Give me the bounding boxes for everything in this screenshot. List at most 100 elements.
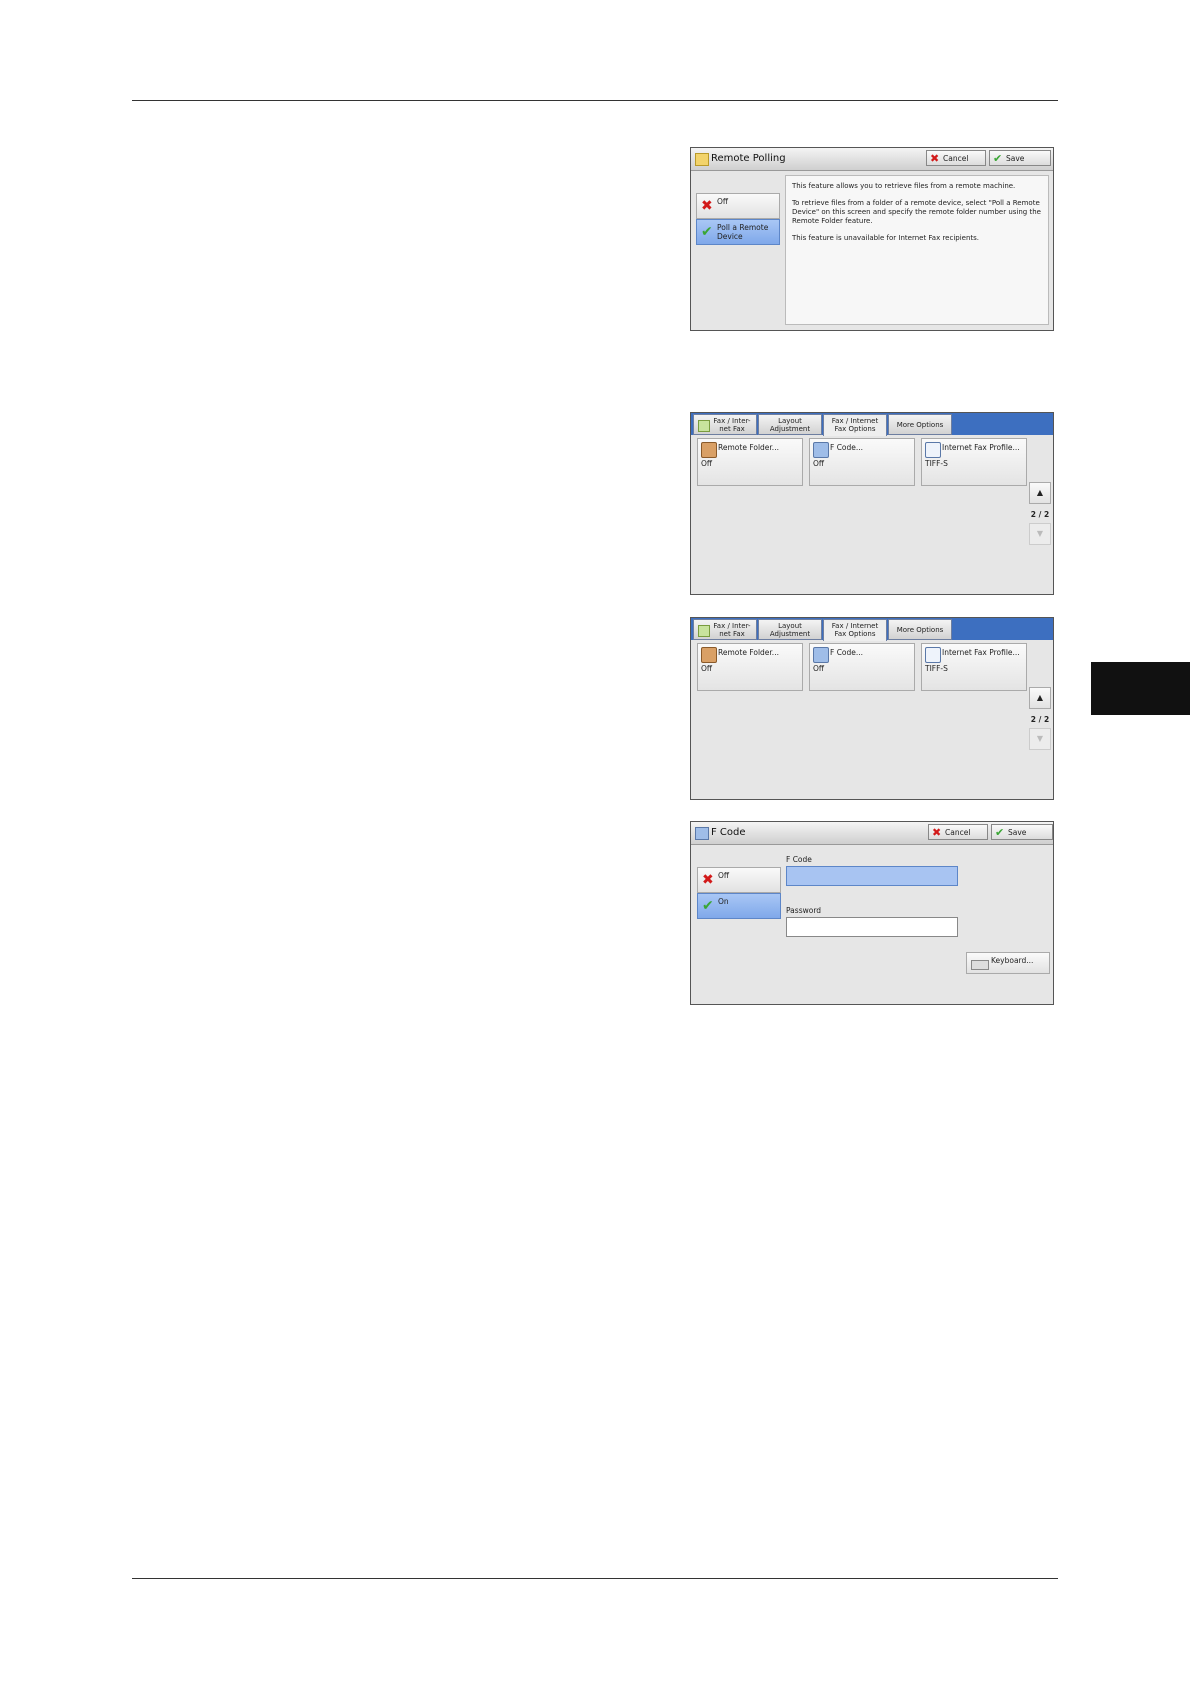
- keyboard-icon: [971, 960, 989, 970]
- remote-polling-screen: Remote Polling ✖ Cancel ✔ Save ✖ Off ✔ P…: [690, 147, 1054, 331]
- tab-label: More Options: [896, 421, 944, 429]
- arrow-up-icon: ▲: [1036, 693, 1044, 702]
- fax-options-screen: Fax / Inter- net Fax Layout Adjustment F…: [690, 617, 1054, 800]
- f-code-icon: [695, 827, 709, 840]
- feature-label: Internet Fax Profile...: [942, 648, 1020, 657]
- tab-fax-internet-fax[interactable]: Fax / Inter- net Fax: [693, 414, 757, 435]
- check-icon: ✔: [701, 224, 713, 240]
- scroll-up-button[interactable]: ▲: [1029, 687, 1051, 709]
- cancel-label: Cancel: [945, 828, 971, 837]
- tab-layout-adjustment[interactable]: Layout Adjustment: [758, 414, 822, 435]
- save-button[interactable]: ✔ Save: [989, 150, 1051, 166]
- tab-label: Fax / Internet Fax Options: [831, 622, 879, 638]
- password-input[interactable]: [786, 917, 958, 937]
- f-code-titlebar: F Code ✖ Cancel ✔ Save: [691, 822, 1053, 845]
- tab-bar: Fax / Inter- net Fax Layout Adjustment F…: [691, 618, 1053, 641]
- x-icon: ✖: [702, 872, 714, 888]
- info-text: This feature allows you to retrieve file…: [792, 182, 1016, 190]
- feature-label: F Code...: [830, 443, 864, 452]
- remote-folder-button[interactable]: Remote Folder... Off: [697, 438, 803, 486]
- fax-icon: [698, 420, 710, 432]
- save-button[interactable]: ✔ Save: [991, 824, 1053, 840]
- tab-label: Layout Adjustment: [769, 417, 811, 433]
- feature-label: Remote Folder...: [718, 648, 779, 657]
- fax-icon: [698, 625, 710, 637]
- info-text: This feature is unavailable for Internet…: [792, 234, 980, 242]
- tab-fax-internet-fax-options[interactable]: Fax / Internet Fax Options: [823, 619, 887, 641]
- tab-label: Fax / Inter- net Fax: [713, 622, 751, 638]
- tab-label: Layout Adjustment: [769, 622, 811, 638]
- keyboard-label: Keyboard...: [991, 956, 1034, 965]
- footer-rule: [132, 1578, 1058, 1579]
- f-code-icon: [813, 442, 829, 458]
- internet-fax-profile-icon: [925, 442, 941, 458]
- option-label: Off: [717, 197, 729, 206]
- cancel-button[interactable]: ✖ Cancel: [926, 150, 986, 166]
- page-indicator: 2 / 2: [1030, 715, 1050, 724]
- x-icon: ✖: [932, 826, 942, 839]
- remote-polling-title: Remote Polling: [711, 153, 786, 164]
- feature-value: Off: [813, 459, 825, 468]
- cancel-label: Cancel: [943, 154, 969, 163]
- tab-more-options[interactable]: More Options: [888, 414, 952, 435]
- remote-folder-button[interactable]: Remote Folder... Off: [697, 643, 803, 691]
- tab-more-options[interactable]: More Options: [888, 619, 952, 640]
- feature-value: TIFF-S: [925, 664, 948, 673]
- keyboard-button[interactable]: Keyboard...: [966, 952, 1050, 974]
- scroll-down-button[interactable]: ▼: [1029, 728, 1051, 750]
- cancel-button[interactable]: ✖ Cancel: [928, 824, 988, 840]
- scroll-down-button[interactable]: ▼: [1029, 523, 1051, 545]
- option-poll-remote-device[interactable]: ✔ Poll a Remote Device: [696, 219, 780, 245]
- tab-layout-adjustment[interactable]: Layout Adjustment: [758, 619, 822, 640]
- f-code-label: F Code: [786, 855, 812, 864]
- feature-value: TIFF-S: [925, 459, 948, 468]
- option-label: On: [718, 897, 729, 906]
- f-code-button[interactable]: F Code... Off: [809, 643, 915, 691]
- check-icon: ✔: [702, 898, 714, 914]
- f-code-screen: F Code ✖ Cancel ✔ Save ✖ Off ✔ On F Code…: [690, 821, 1054, 1005]
- feature-value: Off: [701, 664, 713, 673]
- chapter-tab: [1091, 662, 1190, 715]
- option-label: Poll a Remote Device: [717, 223, 769, 241]
- arrow-down-icon: ▼: [1036, 529, 1044, 538]
- info-text: To retrieve files from a folder of a rem…: [792, 199, 1041, 225]
- remote-folder-icon: [701, 647, 717, 663]
- save-label: Save: [1008, 828, 1027, 837]
- option-off[interactable]: ✖ Off: [696, 193, 780, 219]
- check-icon: ✔: [995, 826, 1005, 839]
- remote-folder-icon: [701, 442, 717, 458]
- scroll-up-button[interactable]: ▲: [1029, 482, 1051, 504]
- fax-options-screen: Fax / Inter- net Fax Layout Adjustment F…: [690, 412, 1054, 595]
- remote-polling-titlebar: Remote Polling ✖ Cancel ✔ Save: [691, 148, 1053, 171]
- arrow-up-icon: ▲: [1036, 488, 1044, 497]
- feature-label: F Code...: [830, 648, 864, 657]
- header-rule: [132, 100, 1058, 101]
- tab-label: Fax / Internet Fax Options: [831, 417, 879, 433]
- arrow-down-icon: ▼: [1036, 734, 1044, 743]
- feature-label: Internet Fax Profile...: [942, 443, 1020, 452]
- option-label: Off: [718, 871, 730, 880]
- tab-fax-internet-fax[interactable]: Fax / Inter- net Fax: [693, 619, 757, 640]
- internet-fax-profile-icon: [925, 647, 941, 663]
- tab-label: More Options: [896, 626, 944, 634]
- internet-fax-profile-button[interactable]: Internet Fax Profile... TIFF-S: [921, 438, 1027, 486]
- feature-value: Off: [813, 664, 825, 673]
- option-on[interactable]: ✔ On: [697, 893, 781, 919]
- x-icon: ✖: [930, 152, 940, 165]
- feature-value: Off: [701, 459, 713, 468]
- option-off[interactable]: ✖ Off: [697, 867, 781, 893]
- f-code-button[interactable]: F Code... Off: [809, 438, 915, 486]
- password-label: Password: [786, 906, 822, 915]
- tab-bar: Fax / Inter- net Fax Layout Adjustment F…: [691, 413, 1053, 436]
- x-icon: ✖: [701, 198, 713, 214]
- tab-fax-internet-fax-options[interactable]: Fax / Internet Fax Options: [823, 414, 887, 436]
- page-indicator: 2 / 2: [1030, 510, 1050, 519]
- internet-fax-profile-button[interactable]: Internet Fax Profile... TIFF-S: [921, 643, 1027, 691]
- remote-polling-icon: [695, 153, 709, 166]
- tab-label: Fax / Inter- net Fax: [713, 417, 751, 433]
- f-code-input[interactable]: [786, 866, 958, 886]
- feature-label: Remote Folder...: [718, 443, 779, 452]
- check-icon: ✔: [993, 152, 1003, 165]
- f-code-icon: [813, 647, 829, 663]
- info-panel: This feature allows you to retrieve file…: [785, 175, 1049, 325]
